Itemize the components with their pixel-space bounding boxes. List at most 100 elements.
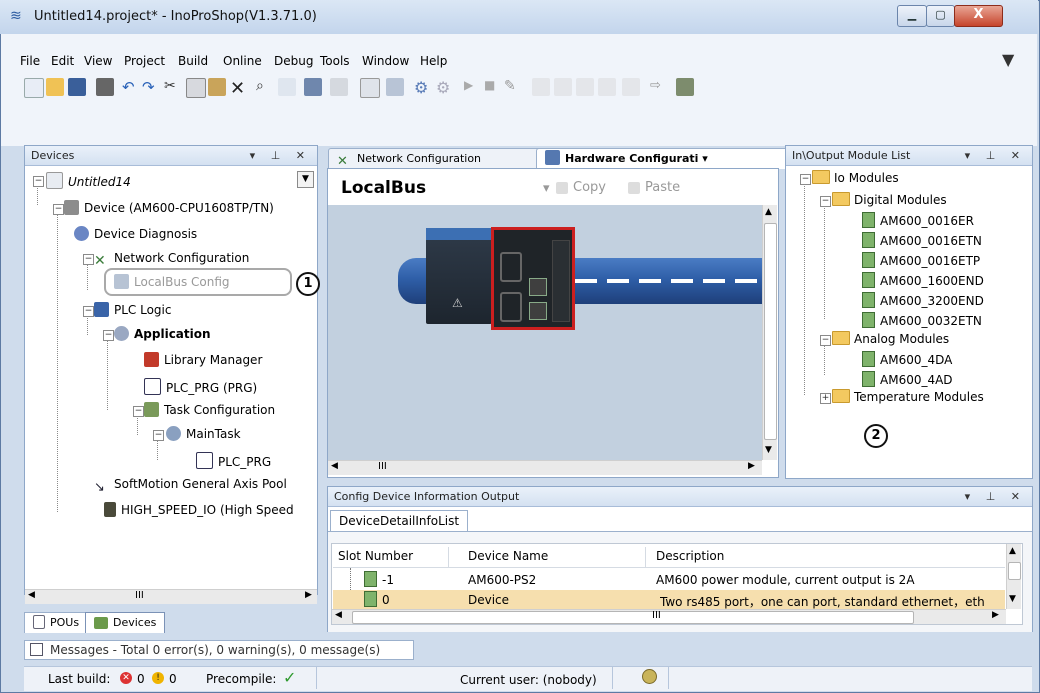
tree-item-high-speed-io[interactable]: HIGH_SPEED_IO (High Speed: [104, 502, 294, 518]
tree-item-plc-prg[interactable]: PLC_PRG (PRG): [144, 378, 257, 396]
io-group-temperature[interactable]: Temperature Modules: [832, 389, 984, 405]
panel-buttons[interactable]: ▾ ⊥ ✕: [965, 146, 1026, 165]
step-out-icon[interactable]: [598, 78, 616, 96]
io-item[interactable]: AM600_0016ETP: [862, 252, 980, 269]
info-h-scrollbar[interactable]: ◀ III ▶: [332, 609, 1006, 624]
copy-icon[interactable]: [186, 78, 206, 98]
tree-item-root[interactable]: Untitled14: [46, 172, 131, 190]
io-root[interactable]: Io Modules: [812, 170, 899, 186]
find-icon[interactable]: ⌕: [256, 78, 274, 96]
menu-online[interactable]: Online: [223, 54, 262, 68]
copy-button[interactable]: Copy: [556, 180, 606, 195]
localbus-dropdown-icon[interactable]: ▾: [543, 181, 550, 196]
tab-device-detail-info-list[interactable]: DeviceDetailInfoList: [330, 510, 469, 532]
editor-h-scrollbar[interactable]: ◀ III ▶: [328, 460, 762, 475]
delete-icon[interactable]: ✕: [230, 78, 248, 99]
io-item[interactable]: AM600_0032ETN: [862, 312, 982, 329]
undo-icon[interactable]: ↶: [122, 78, 140, 96]
maximize-button[interactable]: ▢: [926, 5, 955, 27]
breakpoint-icon[interactable]: [532, 78, 550, 96]
tree-item-task-configuration[interactable]: Task Configuration: [144, 402, 275, 418]
project-icon[interactable]: [676, 78, 694, 96]
tree-item-device[interactable]: Device (AM600-CPU1608TP/TN): [64, 200, 274, 216]
col-description[interactable]: Description: [656, 549, 724, 563]
menu-project[interactable]: Project: [124, 54, 165, 68]
tree-item-localbus-config[interactable]: LocalBus Config: [114, 274, 230, 290]
tree-item-device-diagnosis[interactable]: Device Diagnosis: [74, 226, 197, 242]
io-item[interactable]: AM600_0016ER: [862, 212, 974, 229]
tree-item-application[interactable]: Application: [114, 326, 211, 342]
tree-item-library-manager[interactable]: Library Manager: [144, 352, 262, 368]
tree-item-network-configuration[interactable]: ✕ Network Configuration: [94, 250, 249, 269]
paste-button[interactable]: Paste: [628, 180, 680, 195]
tab-network-configuration[interactable]: ✕ Network Configuration: [328, 148, 552, 169]
expand-toggle[interactable]: −: [33, 176, 44, 187]
tree-item-plc-prg-task[interactable]: PLC_PRG: [196, 452, 271, 470]
scroll-thumb[interactable]: [1008, 562, 1021, 580]
tab-hardware-configuration[interactable]: Hardware Configurati ▾: [536, 148, 792, 169]
menu-debug[interactable]: Debug: [274, 54, 313, 68]
cut-icon[interactable]: ✂: [164, 78, 182, 96]
scroll-thumb[interactable]: [352, 611, 914, 624]
io-item[interactable]: AM600_0016ETN: [862, 232, 982, 249]
io-group-analog[interactable]: Analog Modules: [832, 331, 949, 347]
expand-toggle[interactable]: −: [83, 254, 94, 265]
menu-help[interactable]: Help: [420, 54, 447, 68]
col-device-name[interactable]: Device Name: [468, 549, 548, 563]
paste-icon[interactable]: [208, 78, 226, 96]
col-slot-number[interactable]: Slot Number: [338, 549, 413, 563]
arrow-icon[interactable]: ⇨: [650, 78, 668, 96]
tree-item-maintask[interactable]: MainTask: [166, 426, 241, 442]
login-icon[interactable]: ⚙: [414, 78, 432, 97]
io-item[interactable]: AM600_3200END: [862, 292, 984, 309]
io-item[interactable]: AM600_4AD: [862, 371, 953, 388]
panel-buttons[interactable]: ▾ ⊥ ✕: [965, 487, 1026, 506]
menu-window[interactable]: Window: [362, 54, 409, 68]
menu-build[interactable]: Build: [178, 54, 208, 68]
io-item[interactable]: AM600_1600END: [862, 272, 984, 289]
replace-icon[interactable]: [278, 78, 296, 96]
info-v-scrollbar[interactable]: ▲ ▼: [1006, 544, 1021, 609]
expand-toggle[interactable]: −: [103, 330, 114, 341]
add-object-icon[interactable]: [330, 78, 348, 96]
tab-devices[interactable]: Devices: [85, 612, 166, 633]
dropdown-icon[interactable]: ▼: [297, 171, 314, 188]
expand-toggle[interactable]: +: [820, 393, 831, 404]
security-icon[interactable]: [642, 669, 657, 684]
menu-view[interactable]: View: [84, 54, 112, 68]
minimize-button[interactable]: ▁: [897, 5, 927, 27]
tree-item-softmotion[interactable]: ↘ SoftMotion General Axis Pool: [94, 476, 287, 495]
device-icon[interactable]: [360, 78, 380, 98]
open-folder-icon[interactable]: [46, 78, 64, 96]
stop-icon[interactable]: ■: [484, 78, 502, 96]
new-icon[interactable]: [24, 78, 44, 98]
window-icon[interactable]: [304, 78, 322, 96]
expand-toggle[interactable]: −: [133, 406, 144, 417]
step-into-icon[interactable]: [576, 78, 594, 96]
print-icon[interactable]: [96, 78, 114, 96]
step-over-icon[interactable]: [554, 78, 572, 96]
expand-toggle[interactable]: −: [800, 174, 811, 185]
save-icon[interactable]: [68, 78, 86, 96]
reset-icon[interactable]: ✎: [504, 78, 522, 96]
close-button[interactable]: X: [954, 5, 1003, 27]
menu-edit[interactable]: Edit: [51, 54, 74, 68]
logout-icon[interactable]: ⚙: [436, 78, 454, 97]
redo-icon[interactable]: ↷: [142, 78, 160, 96]
filter-icon[interactable]: ▼: [1002, 50, 1014, 69]
expand-toggle[interactable]: −: [820, 196, 831, 207]
io-group-digital[interactable]: Digital Modules: [832, 192, 947, 208]
menu-file[interactable]: File: [20, 54, 40, 68]
run-icon[interactable]: ▶: [464, 78, 482, 96]
tab-pous[interactable]: POUs: [24, 612, 89, 633]
scroll-thumb[interactable]: [764, 223, 777, 440]
menu-tools[interactable]: Tools: [320, 54, 350, 68]
expand-toggle[interactable]: −: [83, 306, 94, 317]
expand-toggle[interactable]: −: [53, 204, 64, 215]
expand-toggle[interactable]: −: [153, 430, 164, 441]
editor-v-scrollbar[interactable]: ▲ ▼: [762, 205, 777, 460]
panel-buttons[interactable]: ▾ ⊥ ✕: [250, 146, 311, 165]
devices-h-scrollbar[interactable]: ◀ III ▶: [25, 589, 317, 604]
io-item[interactable]: AM600_4DA: [862, 351, 952, 368]
expand-toggle[interactable]: −: [820, 335, 831, 346]
